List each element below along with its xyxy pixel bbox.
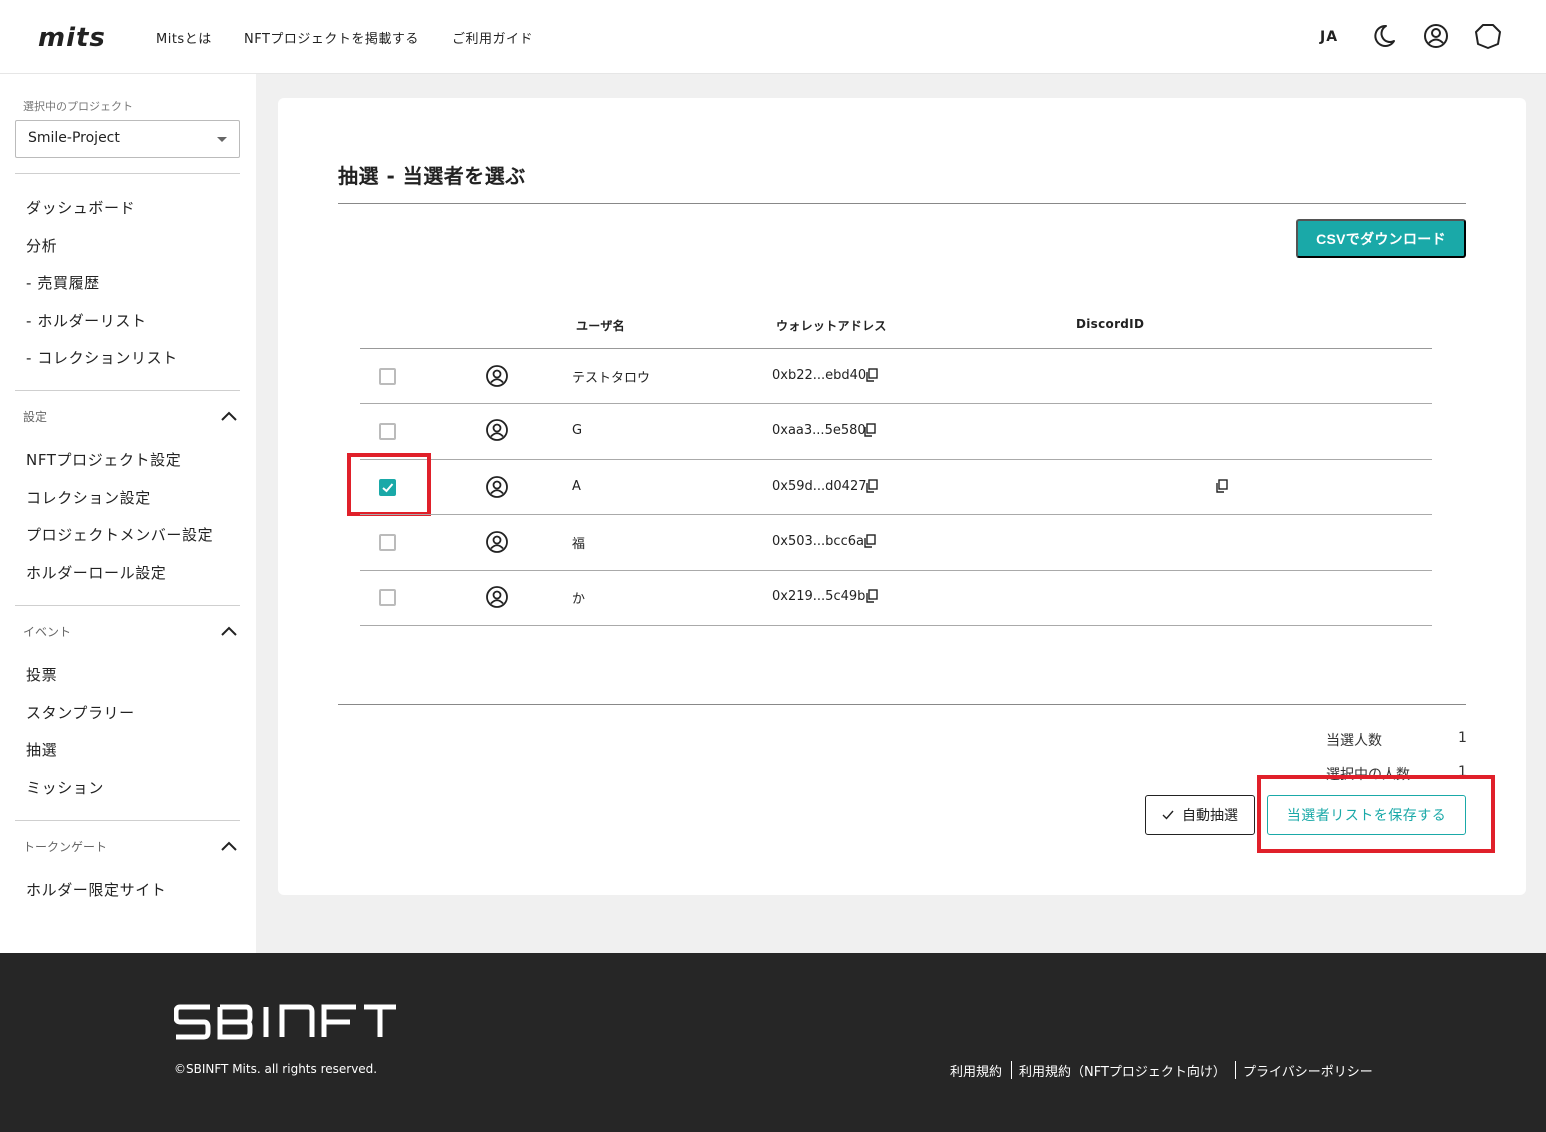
- footer-link-privacy[interactable]: プライバシーポリシー: [1243, 1061, 1373, 1080]
- copy-icon[interactable]: [865, 589, 879, 603]
- nav-about-mits[interactable]: Mitsとは: [156, 28, 212, 47]
- chevron-up-icon[interactable]: [220, 840, 238, 852]
- sidebar-item-nft-project-settings[interactable]: NFTプロジェクト設定: [26, 449, 181, 470]
- sidebar-item-sales-history[interactable]: - 売買履歴: [26, 272, 100, 293]
- sidebar-divider: [15, 173, 240, 174]
- sidebar-item-stamp-rally[interactable]: スタンプラリー: [26, 702, 135, 723]
- cell-wallet-address: 0xaa3...5e580: [772, 423, 866, 438]
- copy-icon[interactable]: [865, 479, 879, 493]
- user-avatar-icon: [486, 365, 508, 387]
- user-avatar-icon: [486, 586, 508, 608]
- row-divider: [360, 625, 1432, 626]
- page-title: 抽選 - 当選者を選ぶ: [338, 164, 526, 188]
- mits-logo[interactable]: mits: [38, 22, 118, 52]
- footer-link-terms-nft[interactable]: 利用規約（NFTプロジェクト向け）: [1019, 1061, 1226, 1080]
- cell-wallet-address: 0xb22...ebd40: [772, 368, 867, 383]
- row-divider: [360, 570, 1432, 571]
- chevron-up-icon[interactable]: [220, 625, 238, 637]
- table-bottom-divider: [338, 704, 1466, 705]
- user-avatar-icon: [486, 531, 508, 553]
- row-checkbox-checked[interactable]: [379, 479, 396, 496]
- sidebar-item-collection-settings[interactable]: コレクション設定: [26, 487, 151, 508]
- nav-list-nft-project[interactable]: NFTプロジェクトを掲載する: [244, 28, 419, 47]
- row-checkbox[interactable]: [379, 534, 396, 551]
- sidebar-item-collection-list[interactable]: - コレクションリスト: [26, 347, 178, 368]
- sidebar-divider: [15, 820, 240, 821]
- check-icon: [382, 483, 394, 493]
- sidebar-item-holder-site[interactable]: ホルダー限定サイト: [26, 879, 166, 900]
- header: mits Mitsとは NFTプロジェクトを掲載する ご利用ガイド JA: [0, 0, 1546, 74]
- project-select-value: Smile-Project: [28, 130, 120, 146]
- copy-icon[interactable]: [865, 368, 879, 382]
- svg-text:mits: mits: [38, 23, 106, 52]
- wallet-icon[interactable]: [1474, 22, 1502, 50]
- sidebar-section-events: イベント: [23, 625, 72, 639]
- auto-lottery-button[interactable]: 自動抽選: [1145, 795, 1255, 835]
- row-divider: [360, 403, 1432, 404]
- chevron-up-icon[interactable]: [220, 410, 238, 422]
- copy-discord-icon[interactable]: [1215, 479, 1229, 493]
- cell-username: G: [572, 423, 583, 438]
- save-winner-list-button[interactable]: 当選者リストを保存する: [1267, 795, 1466, 835]
- row-checkbox[interactable]: [379, 368, 396, 385]
- copy-icon[interactable]: [863, 423, 877, 437]
- footer-separator: [1235, 1061, 1236, 1079]
- sidebar-item-mission[interactable]: ミッション: [26, 777, 104, 798]
- project-select[interactable]: Smile-Project: [15, 120, 240, 158]
- footer: [0, 953, 1546, 1132]
- cell-username: A: [572, 479, 581, 494]
- footer-separator: [1011, 1061, 1012, 1079]
- table-header-divider: [360, 348, 1432, 349]
- column-header-wallet: ウォレットアドレス: [776, 319, 887, 333]
- copy-icon[interactable]: [863, 534, 877, 548]
- row-checkbox[interactable]: [379, 589, 396, 606]
- column-header-discord: DiscordID: [1076, 317, 1145, 331]
- sidebar-section-token-gate: トークンゲート: [23, 840, 108, 854]
- winners-count-value: 1: [1458, 730, 1467, 746]
- sbinft-logo[interactable]: [174, 1004, 398, 1040]
- cell-wallet-address: 0x219...5c49b: [772, 589, 866, 604]
- sidebar-item-holder-role-settings[interactable]: ホルダーロール設定: [26, 562, 166, 583]
- cell-username: テストタロウ: [572, 371, 651, 386]
- sidebar-item-lottery[interactable]: 抽選: [26, 739, 57, 760]
- moon-icon[interactable]: [1369, 22, 1397, 50]
- cell-username: 福: [572, 537, 586, 552]
- user-avatar-icon: [486, 476, 508, 498]
- user-avatar-icon: [486, 419, 508, 441]
- cell-wallet-address: 0x59d...d0427: [772, 479, 867, 494]
- cell-username: か: [572, 592, 586, 607]
- row-checkbox[interactable]: [379, 423, 396, 440]
- sidebar-divider: [15, 390, 240, 391]
- title-divider: [338, 203, 1466, 204]
- footer-link-terms[interactable]: 利用規約: [950, 1061, 1002, 1080]
- sidebar-item-analytics[interactable]: 分析: [26, 235, 57, 256]
- sidebar-item-dashboard[interactable]: ダッシュボード: [26, 197, 135, 218]
- language-switch[interactable]: JA: [1320, 29, 1338, 45]
- sidebar-item-holder-list[interactable]: - ホルダーリスト: [26, 310, 147, 331]
- winners-count-label: 当選人数: [1326, 733, 1382, 749]
- copyright: ©SBINFT Mits. all rights reserved.: [174, 1062, 378, 1076]
- auto-lottery-label: 自動抽選: [1182, 807, 1238, 823]
- sidebar-section-settings: 設定: [23, 410, 48, 424]
- chevron-down-icon: [217, 137, 227, 142]
- account-icon[interactable]: [1422, 22, 1450, 50]
- csv-download-button[interactable]: CSVでダウンロード: [1296, 219, 1466, 258]
- cell-wallet-address: 0x503...bcc6a: [772, 534, 864, 549]
- check-icon: [1162, 810, 1174, 820]
- sidebar-item-vote[interactable]: 投票: [26, 664, 57, 685]
- row-divider: [360, 514, 1432, 515]
- sidebar-divider: [15, 605, 240, 606]
- project-caption: 選択中のプロジェクト: [23, 100, 133, 113]
- sidebar-item-member-settings[interactable]: プロジェクトメンバー設定: [26, 524, 213, 545]
- column-header-username: ユーザ名: [576, 319, 625, 333]
- nav-guide[interactable]: ご利用ガイド: [452, 28, 533, 47]
- row-divider: [360, 459, 1432, 460]
